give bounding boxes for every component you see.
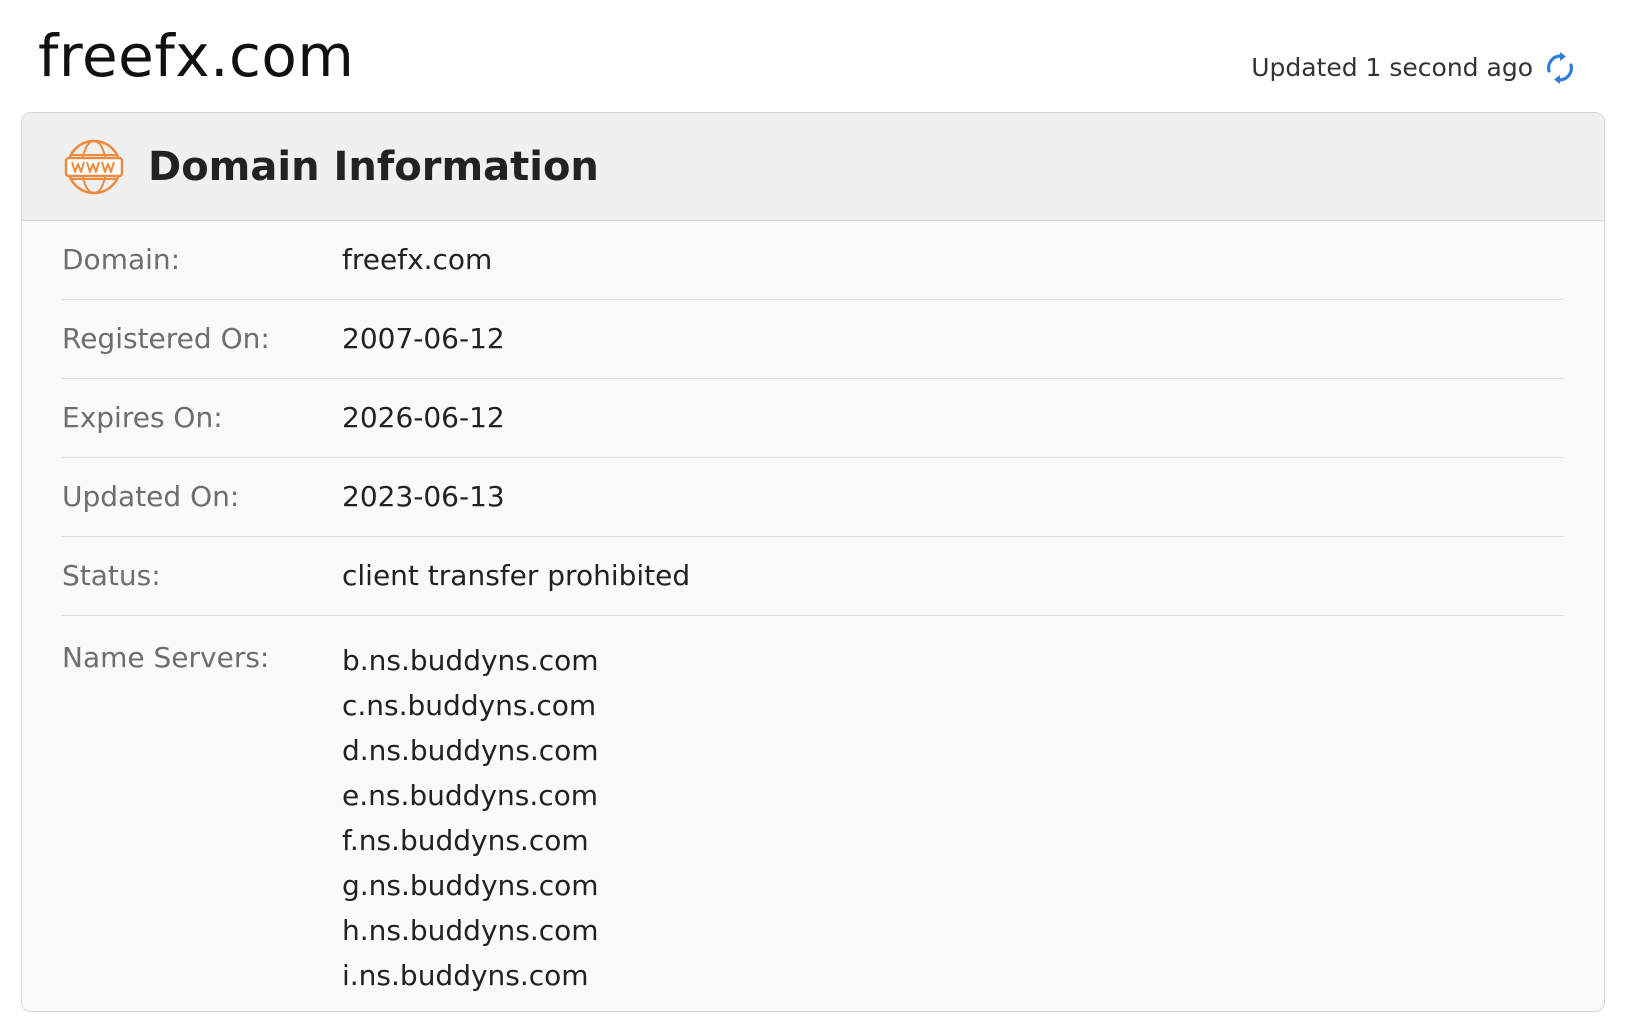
row-label: Updated On: [62,480,240,513]
row-value: 2023-06-13 [342,480,505,513]
top-row: freefx.com Updated 1 second ago [0,0,1629,112]
name-server-item: b.ns.buddyns.com [342,644,599,677]
name-server-item: i.ns.buddyns.com [342,959,589,992]
row-value: client transfer prohibited [342,559,691,592]
card-title: Domain Information [148,143,599,190]
name-server-item: d.ns.buddyns.com [342,734,599,767]
row-value: freefx.com [342,243,493,276]
updated-status: Updated 1 second ago [1251,50,1577,86]
row-label: Status: [62,559,161,592]
name-server-item: h.ns.buddyns.com [342,914,599,947]
row-value: 2026-06-12 [342,401,505,434]
www-icon [64,137,124,197]
domain-info-card: Domain Information Domain: freefx.com Re… [21,112,1605,1012]
row-expires-on: Expires On: 2026-06-12 [62,379,1564,458]
name-server-item: f.ns.buddyns.com [342,824,589,857]
row-status: Status: client transfer prohibited [62,537,1564,616]
row-updated-on: Updated On: 2023-06-13 [62,458,1564,537]
row-label: Registered On: [62,322,270,355]
refresh-icon[interactable] [1543,50,1577,86]
name-server-item: g.ns.buddyns.com [342,869,599,902]
name-server-item: c.ns.buddyns.com [342,689,597,722]
card-header: Domain Information [22,113,1604,221]
name-server-list: b.ns.buddyns.com c.ns.buddyns.com d.ns.b… [342,638,599,998]
site-title: freefx.com [38,22,355,90]
row-registered-on: Registered On: 2007-06-12 [62,300,1564,379]
page: freefx.com Updated 1 second ago Domain I… [0,0,1629,1025]
row-domain: Domain: freefx.com [62,221,1564,300]
row-label: Domain: [62,243,181,276]
info-list: Domain: freefx.com Registered On: 2007-0… [62,221,1564,998]
row-value: 2007-06-12 [342,322,505,355]
updated-text: Updated 1 second ago [1251,53,1533,82]
row-label: Name Servers: [62,641,270,674]
name-server-item: e.ns.buddyns.com [342,779,599,812]
row-label: Expires On: [62,401,223,434]
row-name-servers: Name Servers: b.ns.buddyns.com c.ns.budd… [62,616,1564,998]
